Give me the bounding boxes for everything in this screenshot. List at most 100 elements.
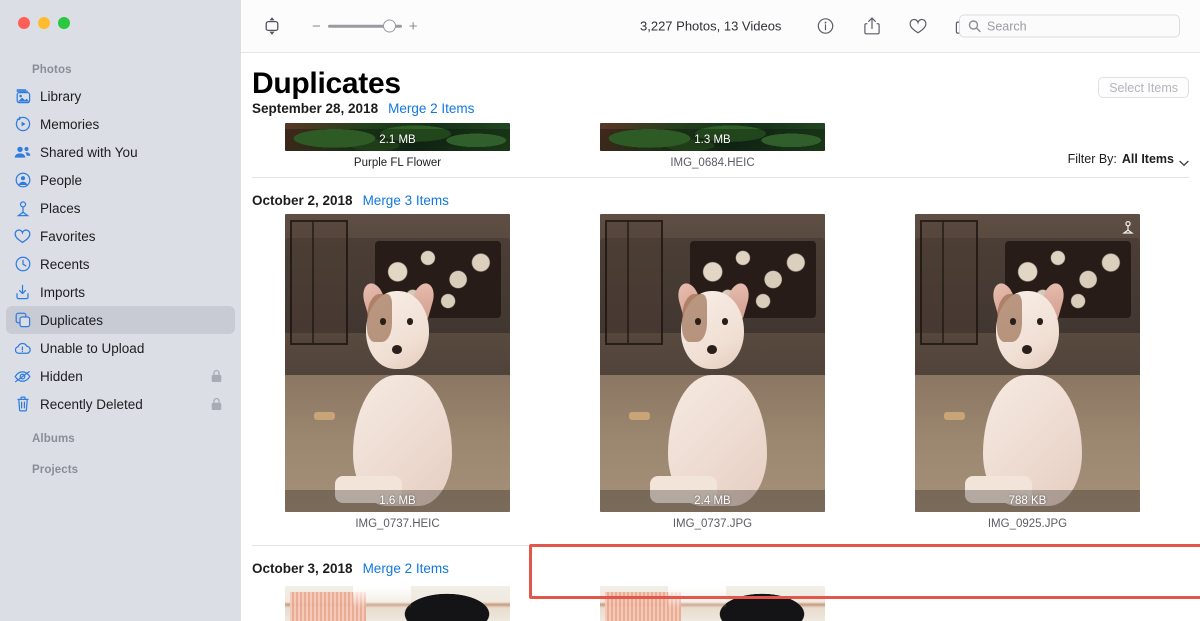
toolbar-icon-group — [816, 17, 973, 36]
photo-filename: Purple FL Flower — [353, 157, 442, 169]
sidebar-item-memories[interactable]: Memories — [6, 110, 235, 138]
chevron-down-icon — [1179, 156, 1189, 166]
sidebar-item-label: Favorites — [40, 228, 96, 244]
photo-cell[interactable]: 2.1 MB Purple FL Flower — [285, 123, 510, 169]
photo-size-label: 2.1 MB — [285, 129, 510, 151]
library-icon — [14, 88, 31, 105]
shared-with-you-icon — [14, 144, 31, 161]
group-divider — [252, 545, 1189, 546]
zoom-window-button[interactable] — [58, 17, 70, 29]
sidebar-item-label: Unable to Upload — [40, 340, 145, 356]
photo-thumbnail[interactable] — [285, 586, 510, 621]
sidebar-item-label: Library — [40, 88, 82, 104]
lock-icon — [211, 397, 222, 411]
sidebar-item-label: Duplicates — [40, 312, 104, 328]
group-date: October 2, 2018 — [252, 193, 353, 208]
duplicates-content: Duplicates Select Items Filter By: All I… — [241, 53, 1200, 621]
photo-cell[interactable] — [285, 586, 510, 621]
sidebar-item-recents[interactable]: Recents — [6, 250, 235, 278]
photo-thumbnail[interactable]: 1.6 MB — [285, 214, 510, 512]
zoom-out-label[interactable]: − — [312, 19, 321, 34]
heart-icon[interactable] — [908, 17, 927, 36]
photo-thumbnail[interactable]: 1.3 MB — [600, 123, 825, 151]
photo-thumbnail[interactable] — [600, 586, 825, 621]
group-date: October 3, 2018 — [252, 561, 353, 576]
group-header: October 2, 2018 Merge 3 Items — [252, 193, 449, 208]
zoom-slider-thumb[interactable] — [382, 19, 396, 33]
cloud-warning-icon — [14, 340, 31, 357]
search-icon — [968, 20, 981, 33]
library-count-label: 3,227 Photos, 13 Videos — [640, 18, 782, 34]
duplicates-icon — [14, 312, 31, 329]
eye-slash-icon — [14, 368, 31, 385]
filter-by-value: All Items — [1121, 152, 1174, 166]
sidebar-item-label: Shared with You — [40, 144, 138, 160]
sidebar-item-places[interactable]: Places — [6, 194, 235, 222]
page-title: Duplicates — [252, 67, 401, 100]
filter-by-prefix: Filter By: — [1067, 152, 1117, 166]
places-pin-icon — [14, 200, 31, 217]
search-field[interactable] — [959, 14, 1180, 38]
photo-cell[interactable]: 1.3 MB IMG_0684.HEIC — [600, 123, 825, 169]
sidebar: Photos Library Memories Shared with You Peo… — [0, 0, 241, 621]
search-input[interactable] — [987, 19, 1167, 33]
share-icon[interactable] — [862, 17, 881, 36]
sidebar-item-unable-to-upload[interactable]: Unable to Upload — [6, 334, 235, 362]
info-icon[interactable] — [816, 17, 835, 36]
photo-cell[interactable]: 788 KB IMG_0925.JPG — [915, 214, 1140, 530]
photo-cell[interactable]: 1.6 MB IMG_0737.HEIC — [285, 214, 510, 530]
sidebar-item-label: Imports — [40, 284, 86, 300]
sidebar-item-label: Places — [40, 200, 81, 216]
photo-thumbnail[interactable]: 2.1 MB — [285, 123, 510, 151]
photo-size-label: 1.6 MB — [285, 490, 510, 512]
sidebar-item-recently-deleted[interactable]: Recently Deleted — [6, 390, 235, 418]
photo-size-label: 1.3 MB — [600, 129, 825, 151]
merge-link[interactable]: Merge 2 Items — [388, 101, 474, 116]
sidebar-item-people[interactable]: People — [6, 166, 235, 194]
sidebar-item-favorites[interactable]: Favorites — [6, 222, 235, 250]
merge-link[interactable]: Merge 3 Items — [363, 193, 449, 208]
people-icon — [14, 172, 31, 189]
zoom-slider-group: − + — [312, 19, 418, 34]
lock-icon — [211, 369, 222, 383]
sidebar-section-projects: Projects — [32, 464, 79, 476]
location-pin-icon — [1122, 220, 1134, 234]
sidebar-item-label: Recently Deleted — [40, 396, 143, 412]
photo-size-label: 788 KB — [915, 490, 1140, 512]
photo-thumbnail[interactable]: 2.4 MB — [600, 214, 825, 512]
sidebar-item-label: Memories — [40, 116, 100, 132]
sidebar-item-duplicates[interactable]: Duplicates — [6, 306, 235, 334]
sidebar-item-imports[interactable]: Imports — [6, 278, 235, 306]
group-divider — [252, 177, 1189, 178]
heart-icon — [14, 228, 31, 245]
sidebar-nav-list: Library Memories Shared with You People Plac… — [0, 82, 241, 418]
photo-thumbnail[interactable]: 788 KB — [915, 214, 1140, 512]
group-date: September 28, 2018 — [252, 101, 379, 116]
select-items-button[interactable]: Select Items — [1098, 77, 1189, 98]
sidebar-section-photos: Photos — [32, 64, 72, 76]
photo-filename: IMG_0684.HEIC — [670, 157, 755, 169]
photo-filename: IMG_0737.JPG — [672, 518, 753, 530]
sidebar-item-hidden[interactable]: Hidden — [6, 362, 235, 390]
window-traffic-lights — [18, 17, 70, 29]
zoom-slider[interactable] — [327, 19, 402, 33]
sidebar-item-label: Recents — [40, 256, 90, 272]
filter-by-control[interactable]: Filter By: All Items — [1068, 152, 1189, 166]
photo-cell[interactable] — [600, 586, 825, 621]
sidebar-item-library[interactable]: Library — [6, 82, 235, 110]
toolbar: − + 3,227 Photos, 13 Videos — [241, 0, 1200, 53]
group-header: October 3, 2018 Merge 2 Items — [252, 561, 449, 576]
sidebar-toggle-icon[interactable] — [261, 15, 283, 37]
photo-size-label: 2.4 MB — [600, 490, 825, 512]
import-download-icon — [14, 284, 31, 301]
sidebar-item-label: Hidden — [40, 368, 83, 384]
clock-icon — [14, 256, 31, 273]
photo-cell[interactable]: 2.4 MB IMG_0737.JPG — [600, 214, 825, 530]
photo-filename: IMG_0925.JPG — [987, 518, 1068, 530]
close-window-button[interactable] — [18, 17, 30, 29]
merge-link[interactable]: Merge 2 Items — [363, 561, 449, 576]
minimize-window-button[interactable] — [38, 17, 50, 29]
trash-icon — [14, 396, 31, 413]
zoom-in-label[interactable]: + — [409, 19, 418, 34]
sidebar-item-shared-with-you[interactable]: Shared with You — [6, 138, 235, 166]
